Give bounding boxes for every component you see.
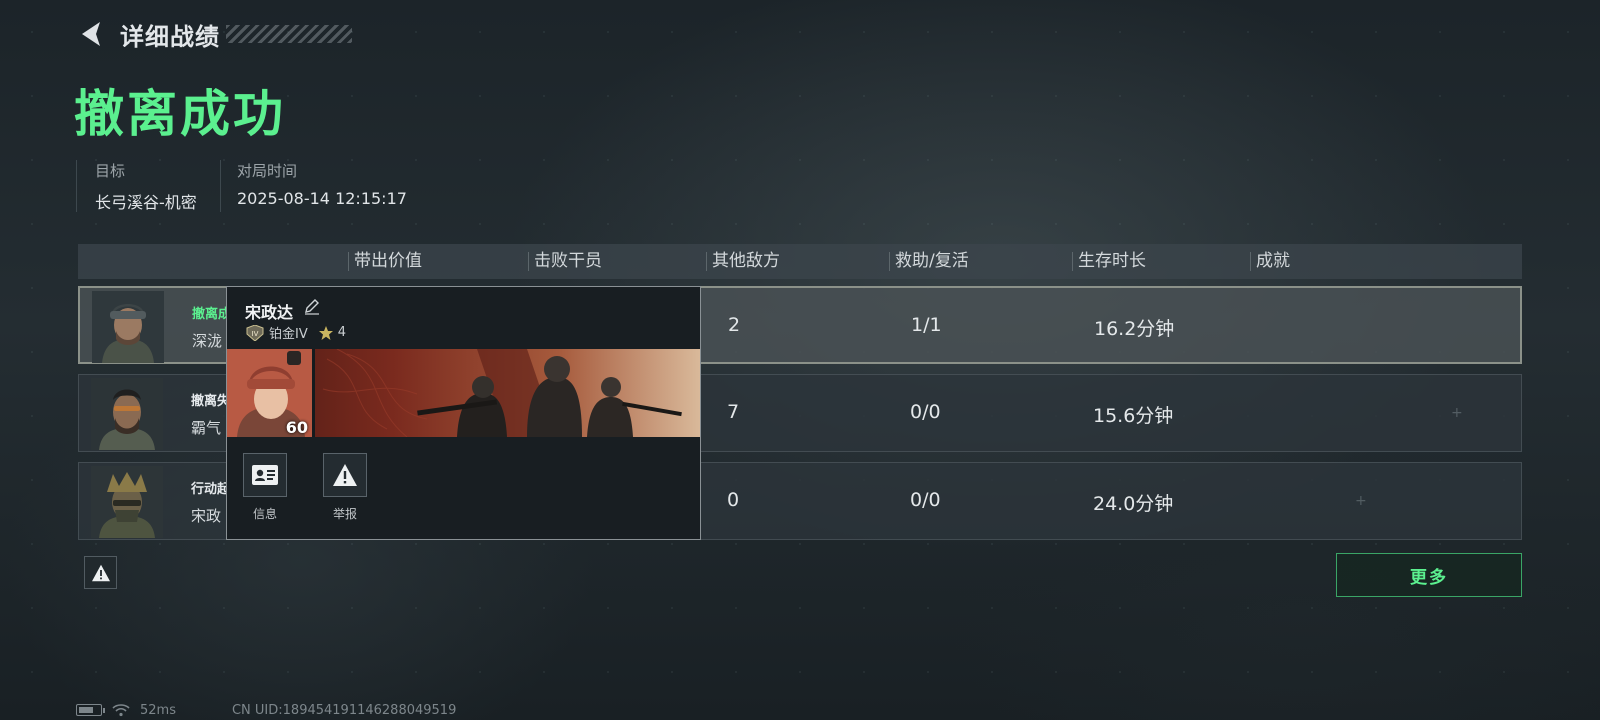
plus-decoration: + (1355, 493, 1367, 509)
row-other-enemies: 2 (728, 314, 741, 336)
wifi-icon (112, 704, 130, 717)
report-label: 举报 (332, 507, 357, 521)
player-portrait: 60 (227, 349, 315, 437)
row-player-name: 霸气 (191, 419, 222, 437)
row-assist-revive: 1/1 (911, 314, 942, 336)
meta-target: 目标 长弓溪谷-机密 (76, 160, 197, 212)
rank-badge-label: IV (252, 330, 259, 338)
row-assist-revive: 0/0 (910, 489, 941, 511)
info-button[interactable]: 信息 (243, 453, 287, 522)
rank-badge-icon: IV (246, 324, 264, 341)
header-extract-value: 带出价值 (348, 244, 422, 279)
avatar (91, 378, 163, 450)
status-bar: 52ms CN UID:189454191146288049519 (76, 702, 456, 718)
target-value: 长弓溪谷-机密 (95, 193, 197, 212)
row-assist-revive: 0/0 (910, 401, 941, 423)
header-operators-defeated: 击败干员 (528, 244, 602, 279)
row-other-enemies: 7 (727, 401, 740, 423)
row-survival-time: 24.0分钟 (1093, 493, 1174, 515)
back-arrow-icon (82, 22, 100, 46)
row-survival-time: 15.6分钟 (1093, 405, 1174, 427)
avatar (92, 291, 164, 363)
avatar (91, 466, 163, 538)
match-time-value: 2025-08-14 12:15:17 (237, 189, 407, 208)
star-icon (318, 325, 333, 340)
player-name: 宋政达 (245, 303, 294, 322)
player-banner: 60 (227, 349, 700, 437)
top-bar: 详细战绩 (76, 14, 352, 54)
header-assist-revive: 救助/复活 (889, 244, 969, 279)
rank-row: IV 铂金IV 4 (245, 323, 346, 342)
info-label: 信息 (252, 507, 277, 521)
edit-icon[interactable] (303, 298, 321, 316)
header-survival-time: 生存时长 (1072, 244, 1146, 279)
ping-value: 52ms (140, 702, 176, 718)
more-button[interactable]: 更多 (1336, 553, 1522, 597)
battery-icon (76, 704, 105, 716)
star-count: 4 (337, 325, 347, 340)
report-button-frame (323, 453, 367, 497)
row-status: 撤离失 (191, 394, 231, 409)
target-label: 目标 (95, 162, 126, 180)
table-header: 带出价值 击败干员 其他敌方 救助/复活 生存时长 成就 (78, 244, 1522, 279)
row-survival-time: 16.2分钟 (1094, 318, 1175, 340)
row-status: 行动起 (191, 482, 231, 497)
info-button-frame (243, 453, 287, 497)
back-button[interactable] (76, 19, 106, 49)
row-player-name: 深泷 (192, 332, 223, 350)
player-level: 60 (285, 418, 308, 437)
row-player-name: 宋政 (191, 507, 222, 525)
header-other-enemies: 其他敌方 (706, 244, 780, 279)
report-all-button[interactable] (84, 556, 117, 589)
id-card-icon (252, 465, 278, 485)
plus-decoration: + (1451, 405, 1463, 421)
report-button[interactable]: 举报 (323, 453, 367, 522)
title-decoration (226, 25, 352, 43)
warning-icon (333, 464, 357, 486)
warning-icon (91, 564, 110, 581)
player-card-popup: 宋政达 IV 铂金IV 4 60 信息 举报 (226, 286, 701, 540)
header-achievements: 成就 (1250, 244, 1290, 279)
rank-name: 铂金IV (269, 327, 308, 342)
result-title: 撤离成功 (74, 85, 286, 143)
uid-text: CN UID:189454191146288049519 (231, 702, 457, 718)
row-other-enemies: 0 (727, 489, 740, 511)
page-title: 详细战绩 (120, 22, 220, 51)
match-time-label: 对局时间 (237, 162, 298, 180)
meta-match-time: 对局时间 2025-08-14 12:15:17 (220, 160, 407, 212)
